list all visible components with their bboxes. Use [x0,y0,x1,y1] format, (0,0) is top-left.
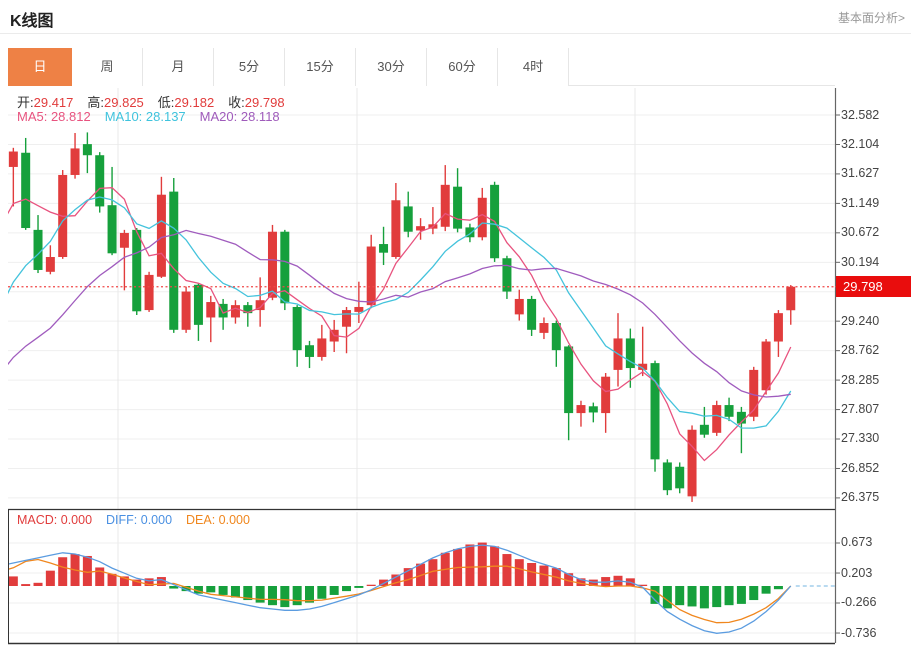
price-axis-label: 30.194 [841,255,879,269]
macd-axis-label: -0.736 [841,626,876,640]
readout-item: MA5: 28.812 [17,109,91,124]
macd-axis-label: 0.673 [841,535,872,549]
price-axis-label: 26.852 [841,461,879,475]
readout-item: MA20: 28.118 [200,109,280,124]
price-axis-label: 27.330 [841,431,879,445]
price-axis-label: 26.375 [841,490,879,504]
current-price-badge: 29.798 [836,276,911,297]
chart-plot-area[interactable]: 开:29.417 高:29.825 低:29.182 收:29.798 MA5: 28… [0,0,911,646]
readout-item: MA10: 28.137 [105,109,186,124]
readout-item: 开:29.417 [17,95,73,110]
readout-item: 低:29.182 [158,95,214,110]
price-axis-label: 29.240 [841,314,879,328]
macd-axis-label: 0.203 [841,566,872,580]
price-axis-label: 28.762 [841,343,879,357]
readout-item: DEA: 0.000 [186,513,250,527]
price-axis-label: 31.627 [841,166,879,180]
kline-page: K线图 基本面分析> 日周月5分15分30分60分4时 开:29.417高:29… [0,0,911,646]
readout-item: 收:29.798 [228,95,284,110]
price-axis-label: 30.672 [841,225,879,239]
macd-readout: MACD: 0.000 DIFF: 0.000 DEA: 0.000 [17,513,264,527]
readout-item: 高:29.825 [87,95,143,110]
readout-item: MACD: 0.000 [17,513,92,527]
price-axis-label: 27.807 [841,402,879,416]
macd-axis-label: -0.266 [841,595,876,609]
ma-readout: MA5: 28.812 MA10: 28.137 MA20: 28.118 [17,109,294,124]
price-axis-label: 32.582 [841,108,879,122]
price-axis-label: 28.285 [841,373,879,387]
price-axis-label: 32.104 [841,137,879,151]
price-axis-label: 31.149 [841,196,879,210]
readout-item: DIFF: 0.000 [106,513,172,527]
